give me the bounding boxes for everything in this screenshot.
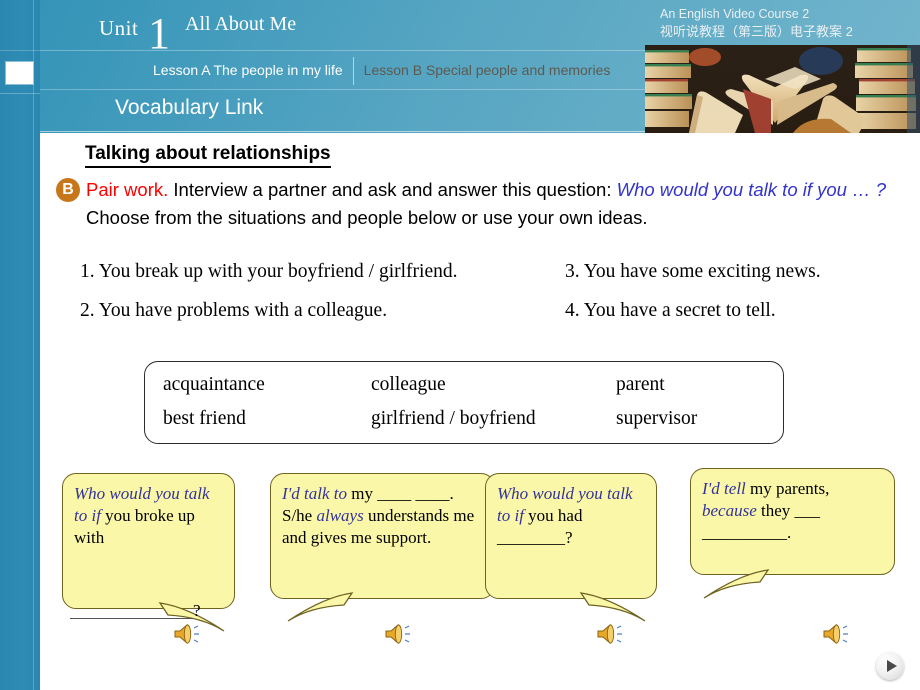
word-bank-cell: supervisor bbox=[616, 408, 698, 429]
instruction-part-1: Interview a partner and ask and answer t… bbox=[168, 179, 617, 200]
situation-text: You break up with your boyfriend / girlf… bbox=[98, 261, 458, 282]
instruction-question: Who would you talk to if you … ? bbox=[616, 179, 887, 200]
speech-bubble-1-wrapper: Who would you talk to if you broke up wi… bbox=[62, 473, 242, 645]
bubble-4-emphasis: because bbox=[702, 501, 757, 520]
situations-row: 1. You break up with your boyfriend / gi… bbox=[80, 261, 910, 283]
rail-divider-vertical bbox=[33, 0, 34, 690]
word-bank-box: acquaintance colleague parent best frien… bbox=[144, 361, 784, 444]
bubble-1-answer-blank[interactable]: ? bbox=[70, 601, 240, 621]
situation-number: 3. bbox=[565, 261, 580, 282]
exercise-letter-badge: B bbox=[56, 178, 80, 202]
speech-bubble-2-wrapper: I'd talk to my ____ ____. S/he always un… bbox=[270, 473, 500, 645]
bubble-2-emphasis: always bbox=[316, 506, 364, 525]
word-bank-cell: colleague bbox=[371, 374, 446, 395]
unit-title: All About Me bbox=[185, 13, 297, 35]
situation-number: 2. bbox=[80, 300, 95, 321]
tab-lesson-b[interactable]: Lesson B Special people and memories bbox=[356, 53, 619, 88]
word-bank-row: best friend girlfriend / boyfriend super… bbox=[145, 408, 785, 430]
bubble-4-mid-1: my parents, bbox=[750, 479, 830, 498]
situation-text: You have a secret to tell. bbox=[583, 300, 776, 321]
answer-underline bbox=[70, 618, 193, 619]
page-title: Talking about relationships bbox=[85, 143, 331, 168]
speaker-icon[interactable] bbox=[172, 621, 206, 647]
word-bank-cell: acquaintance bbox=[163, 374, 265, 395]
unit-number: 1 bbox=[148, 9, 170, 58]
situation-number: 1. bbox=[80, 261, 95, 282]
page-header: Unit 1 All About Me An English Video Cou… bbox=[40, 0, 920, 133]
speaker-icon[interactable] bbox=[383, 621, 417, 647]
course-name-block: An English Video Course 2 视听说教程（第三版）电子教案… bbox=[660, 6, 912, 40]
word-bank-cell: parent bbox=[616, 374, 665, 395]
situation-item: 2. You have problems with a colleague. bbox=[80, 300, 565, 322]
left-sidebar-rail bbox=[0, 0, 40, 690]
course-name-english: An English Video Course 2 bbox=[660, 7, 810, 21]
main-content: Talking about relationships B Pair work.… bbox=[40, 133, 920, 690]
speech-bubble-1[interactable]: Who would you talk to if you broke up wi… bbox=[62, 473, 235, 609]
bubble-2-prompt: I'd talk to bbox=[282, 484, 348, 503]
speaker-icon[interactable] bbox=[821, 621, 855, 647]
situation-text: You have problems with a colleague. bbox=[98, 300, 388, 321]
tab-separator bbox=[352, 56, 354, 85]
situation-text: You have some exciting news. bbox=[583, 261, 821, 282]
situations-list: 1. You break up with your boyfriend / gi… bbox=[80, 261, 910, 339]
instruction-part-2: Choose from the situations and people be… bbox=[86, 207, 648, 228]
speech-bubble-4[interactable]: I'd tell my parents, because they ___ __… bbox=[690, 468, 895, 575]
situation-item: 3. You have some exciting news. bbox=[565, 261, 905, 283]
word-bank-cell: best friend bbox=[163, 408, 246, 429]
speech-bubble-3-wrapper: Who would you talk to if you had _______… bbox=[485, 473, 665, 645]
situation-number: 4. bbox=[565, 300, 580, 321]
exercise-instruction: Pair work. Interview a partner and ask a… bbox=[86, 176, 898, 232]
rail-divider-horizontal-bottom bbox=[0, 93, 40, 94]
tab-lesson-a[interactable]: Lesson A The people in my life bbox=[145, 53, 351, 88]
bubble-4-prompt: I'd tell bbox=[702, 479, 746, 498]
word-bank-row: acquaintance colleague parent bbox=[145, 374, 785, 396]
speaker-icon[interactable] bbox=[595, 621, 629, 647]
rail-white-marker bbox=[6, 62, 33, 84]
course-name-chinese: 视听说教程（第三版）电子教案 2 bbox=[660, 24, 853, 39]
section-label-vocabulary-link: Vocabulary Link bbox=[115, 96, 264, 119]
speech-bubble-2[interactable]: I'd talk to my ____ ____. S/he always un… bbox=[270, 473, 495, 599]
rail-divider-horizontal-top bbox=[0, 50, 40, 51]
pair-work-label: Pair work. bbox=[86, 179, 169, 200]
bubble-1-question-mark: ? bbox=[193, 601, 201, 620]
situations-row: 2. You have problems with a colleague. 4… bbox=[80, 300, 910, 322]
lesson-tabs: Lesson A The people in my life Lesson B … bbox=[145, 53, 618, 88]
situation-item: 1. You break up with your boyfriend / gi… bbox=[80, 261, 565, 283]
speech-bubble-3[interactable]: Who would you talk to if you had _______… bbox=[485, 473, 657, 599]
speech-bubble-4-wrapper: I'd tell my parents, because they ___ __… bbox=[690, 468, 900, 645]
situation-item: 4. You have a secret to tell. bbox=[565, 300, 905, 322]
word-bank-cell: girlfriend / boyfriend bbox=[371, 408, 536, 429]
play-triangle-icon bbox=[886, 660, 897, 672]
play-next-button[interactable] bbox=[876, 652, 904, 680]
books-photo bbox=[645, 45, 920, 133]
unit-word: Unit bbox=[99, 16, 139, 40]
